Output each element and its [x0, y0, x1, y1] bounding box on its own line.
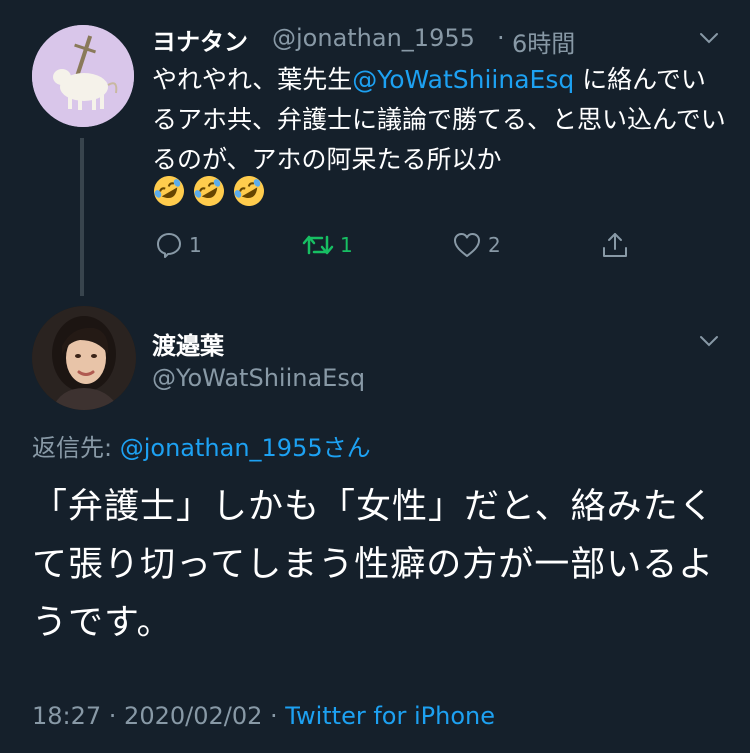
avatar-jonathan[interactable] — [32, 25, 134, 127]
lamb-cross-avatar-icon — [32, 25, 134, 127]
reply-context: 返信先: @jonathan_1955さん — [32, 428, 371, 463]
retweet-count: 1 — [340, 233, 353, 257]
tweet-timestamp-line: 18:27 · 2020/02/02 · Twitter for iPhone — [32, 702, 495, 730]
share-button[interactable] — [600, 227, 630, 263]
author-name[interactable]: ヨナタン — [152, 22, 248, 57]
reply-icon — [157, 233, 181, 258]
meta-separator: · — [497, 24, 505, 52]
author-handle[interactable]: @YoWatShiinaEsq — [152, 364, 365, 392]
mention-link[interactable]: @YoWatShiinaEsq — [352, 65, 574, 94]
author-name[interactable]: 渡邉葉 — [152, 326, 224, 361]
reply-to-link[interactable]: @jonathan_1955さん — [120, 434, 371, 462]
retweet-button[interactable]: 1 — [302, 227, 353, 263]
thread-connector-line — [80, 138, 84, 296]
tweet-text: やれやれ、葉先生@YoWatShiinaEsq に絡んでいるアホ共、弁護士に議論… — [152, 60, 727, 180]
tweet-text: 「弁護士」しかも「女性」だと、絡みたくて張り切ってしまう性癖の方が一部いるようで… — [32, 487, 715, 643]
profile-photo-avatar-icon — [32, 306, 136, 410]
rolling-laughing-emoji-icon — [234, 176, 264, 206]
reply-count: 1 — [189, 233, 202, 257]
avatar-yowatshiina[interactable] — [32, 306, 136, 410]
tweet-text-prefix: やれやれ、葉先生 — [152, 65, 353, 94]
reply-label: 返信先: — [32, 434, 120, 462]
heart-icon — [454, 233, 480, 257]
tweet-time[interactable]: 6時間 — [512, 24, 575, 59]
chevron-down-icon[interactable] — [697, 26, 721, 50]
rolling-laughing-emoji-icon — [194, 176, 224, 206]
chevron-down-icon[interactable] — [697, 329, 721, 353]
retweet-icon — [302, 235, 334, 255]
author-handle[interactable]: @jonathan_1955 — [272, 24, 475, 52]
tweet-timestamp[interactable]: 18:27 · 2020/02/02 · — [32, 702, 285, 730]
reply-button[interactable]: 1 — [155, 227, 202, 263]
share-icon — [603, 233, 627, 257]
tweet-source-link[interactable]: Twitter for iPhone — [285, 702, 495, 730]
emoji-row — [152, 174, 266, 208]
rolling-laughing-emoji-icon — [154, 176, 184, 206]
like-button[interactable]: 2 — [452, 227, 501, 263]
like-count: 2 — [488, 233, 501, 257]
